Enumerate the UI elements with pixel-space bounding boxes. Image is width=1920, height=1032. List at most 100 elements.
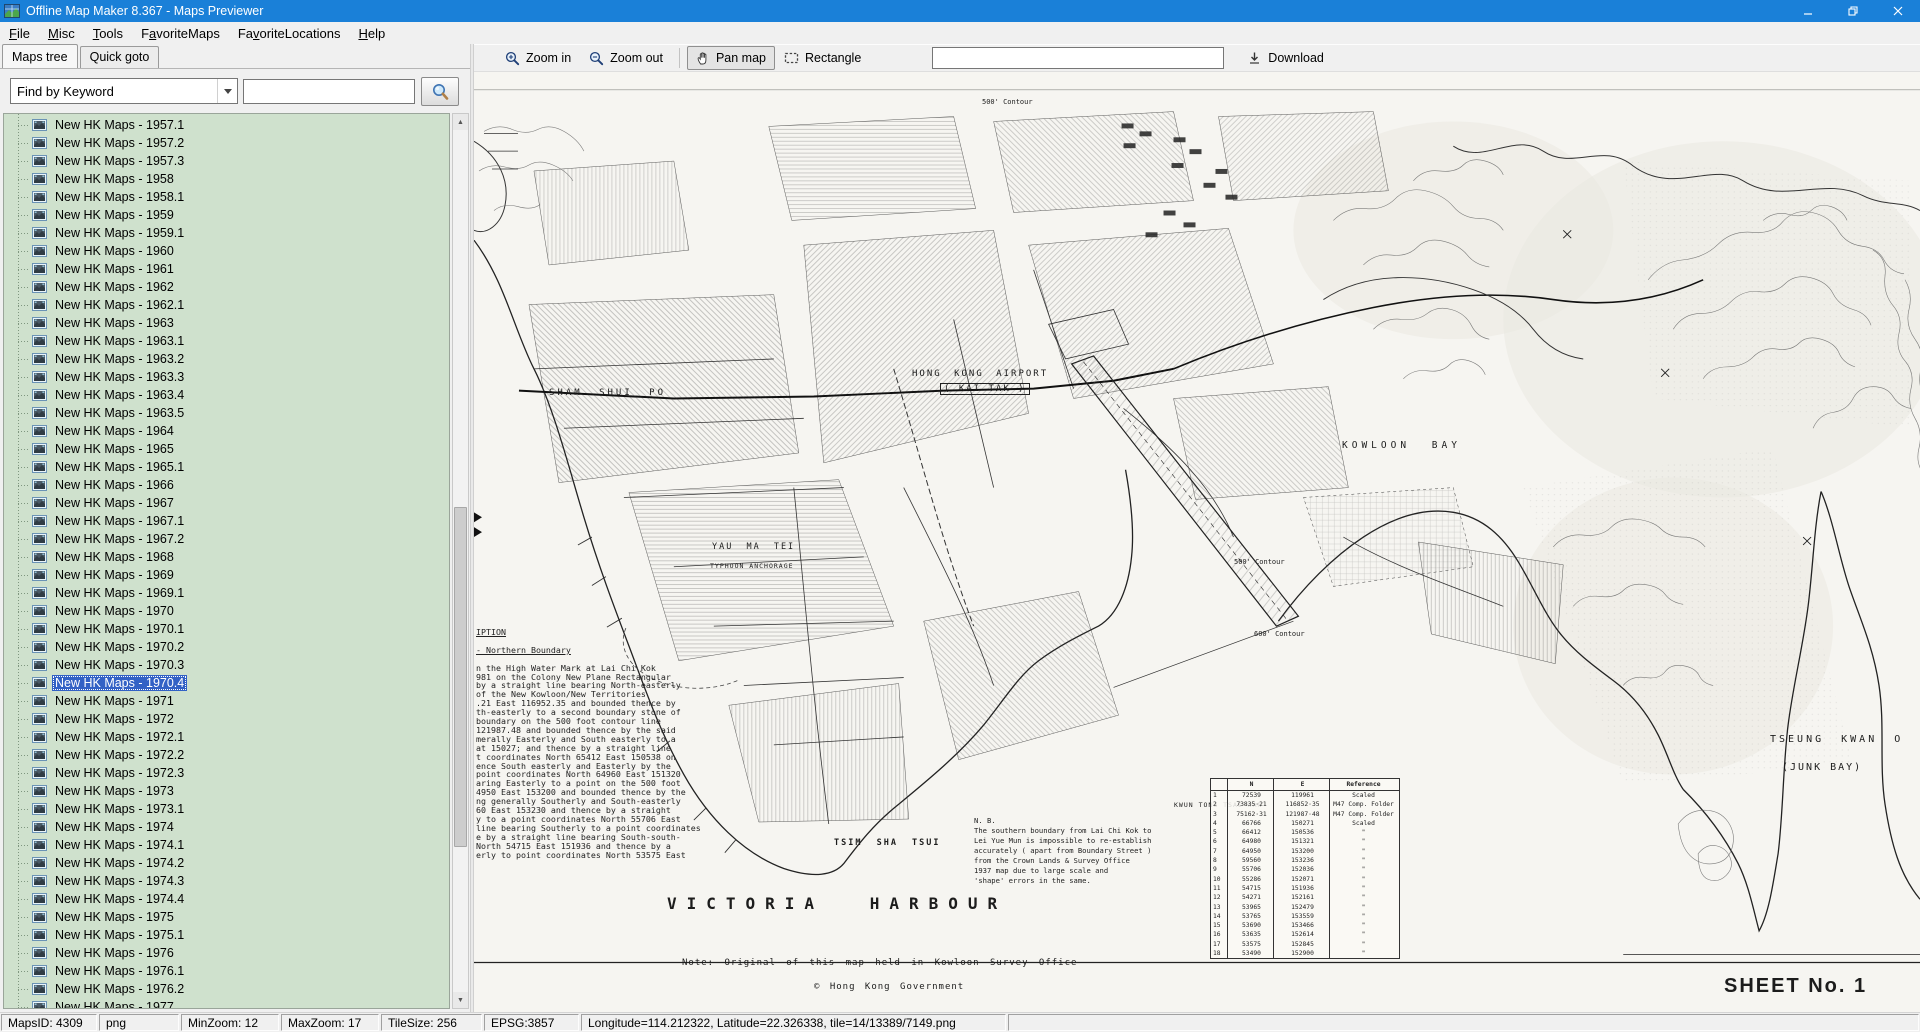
description-line: IPTION [476,628,708,637]
menu-item[interactable]: Tools [84,24,132,43]
pan-map-button[interactable]: Pan map [687,46,775,70]
scroll-thumb[interactable] [454,507,467,847]
tree-item[interactable]: New HK Maps - 1963.2 [4,350,449,368]
map-thumbnail-icon [32,677,47,689]
map-thumbnail-icon [32,605,47,617]
scroll-down-button[interactable]: ▼ [453,992,468,1008]
coordinate-input[interactable] [932,47,1224,69]
tree-item[interactable]: New HK Maps - 1974 [4,818,449,836]
menu-item[interactable]: Help [349,24,394,43]
table-cell-index: 11 [1211,884,1227,893]
tree-item[interactable]: New HK Maps - 1976.2 [4,980,449,998]
table-row: 1 72539 119961 Scaled [1211,791,1399,800]
tree-item[interactable]: New HK Maps - 1968 [4,548,449,566]
tree-item[interactable]: New HK Maps - 1963.3 [4,368,449,386]
app-icon [4,4,20,18]
tree-item[interactable]: New HK Maps - 1970.1 [4,620,449,638]
map-thumbnail-icon [32,245,47,257]
tree-item[interactable]: New HK Maps - 1973.1 [4,800,449,818]
nb-line: Lei Yue Mun is impossible to re-establis… [974,836,1164,846]
tree-item[interactable]: New HK Maps - 1972.1 [4,728,449,746]
table-cell-index: 6 [1211,837,1227,846]
tree-item[interactable]: New HK Maps - 1963.5 [4,404,449,422]
map-viewport[interactable]: SHAM SHUI PO HONG KONG AIRPORT ( KAI TAK… [474,72,1920,1012]
tree-item[interactable]: New HK Maps - 1967 [4,494,449,512]
tree-item[interactable]: New HK Maps - 1971 [4,692,449,710]
tree-item[interactable]: New HK Maps - 1972.2 [4,746,449,764]
tree-item[interactable]: New HK Maps - 1973 [4,782,449,800]
tree-item[interactable]: New HK Maps - 1970.4 [4,674,449,692]
tree-item[interactable]: New HK Maps - 1960 [4,242,449,260]
minimize-button[interactable] [1785,0,1830,22]
menu-item[interactable]: FavoriteMaps [132,24,229,43]
table-cell-reference: Scaled [1329,819,1395,828]
tree-item[interactable]: New HK Maps - 1974.2 [4,854,449,872]
tree-item[interactable]: New HK Maps - 1961 [4,260,449,278]
tree-scrollbar[interactable]: ▲ ▼ [452,113,469,1009]
tree-item-label: New HK Maps - 1959.1 [52,225,187,241]
zoom-out-icon [589,51,604,66]
tree-item[interactable]: New HK Maps - 1975.1 [4,926,449,944]
tree-item[interactable]: New HK Maps - 1957.3 [4,152,449,170]
tree-item[interactable]: New HK Maps - 1966 [4,476,449,494]
tree-item[interactable]: New HK Maps - 1976 [4,944,449,962]
tree-item[interactable]: New HK Maps - 1959.1 [4,224,449,242]
close-button[interactable] [1875,0,1920,22]
scroll-up-button[interactable]: ▲ [453,114,468,130]
tree-item[interactable]: New HK Maps - 1977 [4,998,449,1009]
download-button[interactable]: Download [1238,46,1333,70]
tree-item[interactable]: New HK Maps - 1965.1 [4,458,449,476]
table-row: 17 53575 152845 " [1211,940,1399,949]
table-cell-e: 153236 [1273,856,1329,865]
tree-item[interactable]: New HK Maps - 1959 [4,206,449,224]
tree-item-label: New HK Maps - 1974.3 [52,873,187,889]
tree-item-label: New HK Maps - 1972 [52,711,177,727]
zoom-in-button[interactable]: Zoom in [496,46,580,70]
tree-item[interactable]: New HK Maps - 1970.3 [4,656,449,674]
menu-item[interactable]: Misc [39,24,84,43]
menu-item[interactable]: FavoriteLocations [229,24,350,43]
tree-item[interactable]: New HK Maps - 1962 [4,278,449,296]
chevron-down-icon[interactable] [217,79,237,103]
tree-item[interactable]: New HK Maps - 1974.3 [4,872,449,890]
table-cell-n: 75162·31 [1227,810,1273,819]
label-kai-tak: ( KAI TAK ) [940,383,1030,395]
tree-item[interactable]: New HK Maps - 1972 [4,710,449,728]
tree-item[interactable]: New HK Maps - 1974.4 [4,890,449,908]
tree-item[interactable]: New HK Maps - 1975 [4,908,449,926]
restore-button[interactable] [1830,0,1875,22]
tree-item[interactable]: New HK Maps - 1958 [4,170,449,188]
search-button[interactable] [421,77,459,106]
search-input[interactable] [243,79,415,104]
tree-item[interactable]: New HK Maps - 1957.2 [4,134,449,152]
tree-item[interactable]: New HK Maps - 1969 [4,566,449,584]
tab-quick-goto[interactable]: Quick goto [80,46,160,68]
tree-item[interactable]: New HK Maps - 1958.1 [4,188,449,206]
menu-item[interactable]: File [0,24,39,43]
tree-item[interactable]: New HK Maps - 1963.4 [4,386,449,404]
tree-item[interactable]: New HK Maps - 1962.1 [4,296,449,314]
tree-item[interactable]: New HK Maps - 1974.1 [4,836,449,854]
zoom-out-button[interactable]: Zoom out [580,46,672,70]
tree-item[interactable]: New HK Maps - 1967.1 [4,512,449,530]
table-cell-n: 54271 [1227,893,1273,902]
table-cell-reference: " [1329,847,1395,856]
tree-item[interactable]: New HK Maps - 1976.1 [4,962,449,980]
tree-item[interactable]: New HK Maps - 1963 [4,314,449,332]
coordinate-table-header: N E Reference [1211,779,1399,791]
tree-item[interactable]: New HK Maps - 1969.1 [4,584,449,602]
tree-item[interactable]: New HK Maps - 1957.1 [4,116,449,134]
tree-item[interactable]: New HK Maps - 1967.2 [4,530,449,548]
tab-maps-tree[interactable]: Maps tree [2,44,78,68]
find-mode-dropdown[interactable]: Find by Keyword [10,78,238,104]
tree-item[interactable]: New HK Maps - 1965 [4,440,449,458]
tree-item[interactable]: New HK Maps - 1972.3 [4,764,449,782]
tree-item[interactable]: New HK Maps - 1963.1 [4,332,449,350]
table-cell-e: 153200 [1273,847,1329,856]
tree-item[interactable]: New HK Maps - 1964 [4,422,449,440]
tree-item[interactable]: New HK Maps - 1970.2 [4,638,449,656]
table-cell-e: 152900 [1273,949,1329,958]
tree-item[interactable]: New HK Maps - 1970 [4,602,449,620]
rectangle-button[interactable]: Rectangle [775,46,870,70]
table-cell-index: 17 [1211,940,1227,949]
